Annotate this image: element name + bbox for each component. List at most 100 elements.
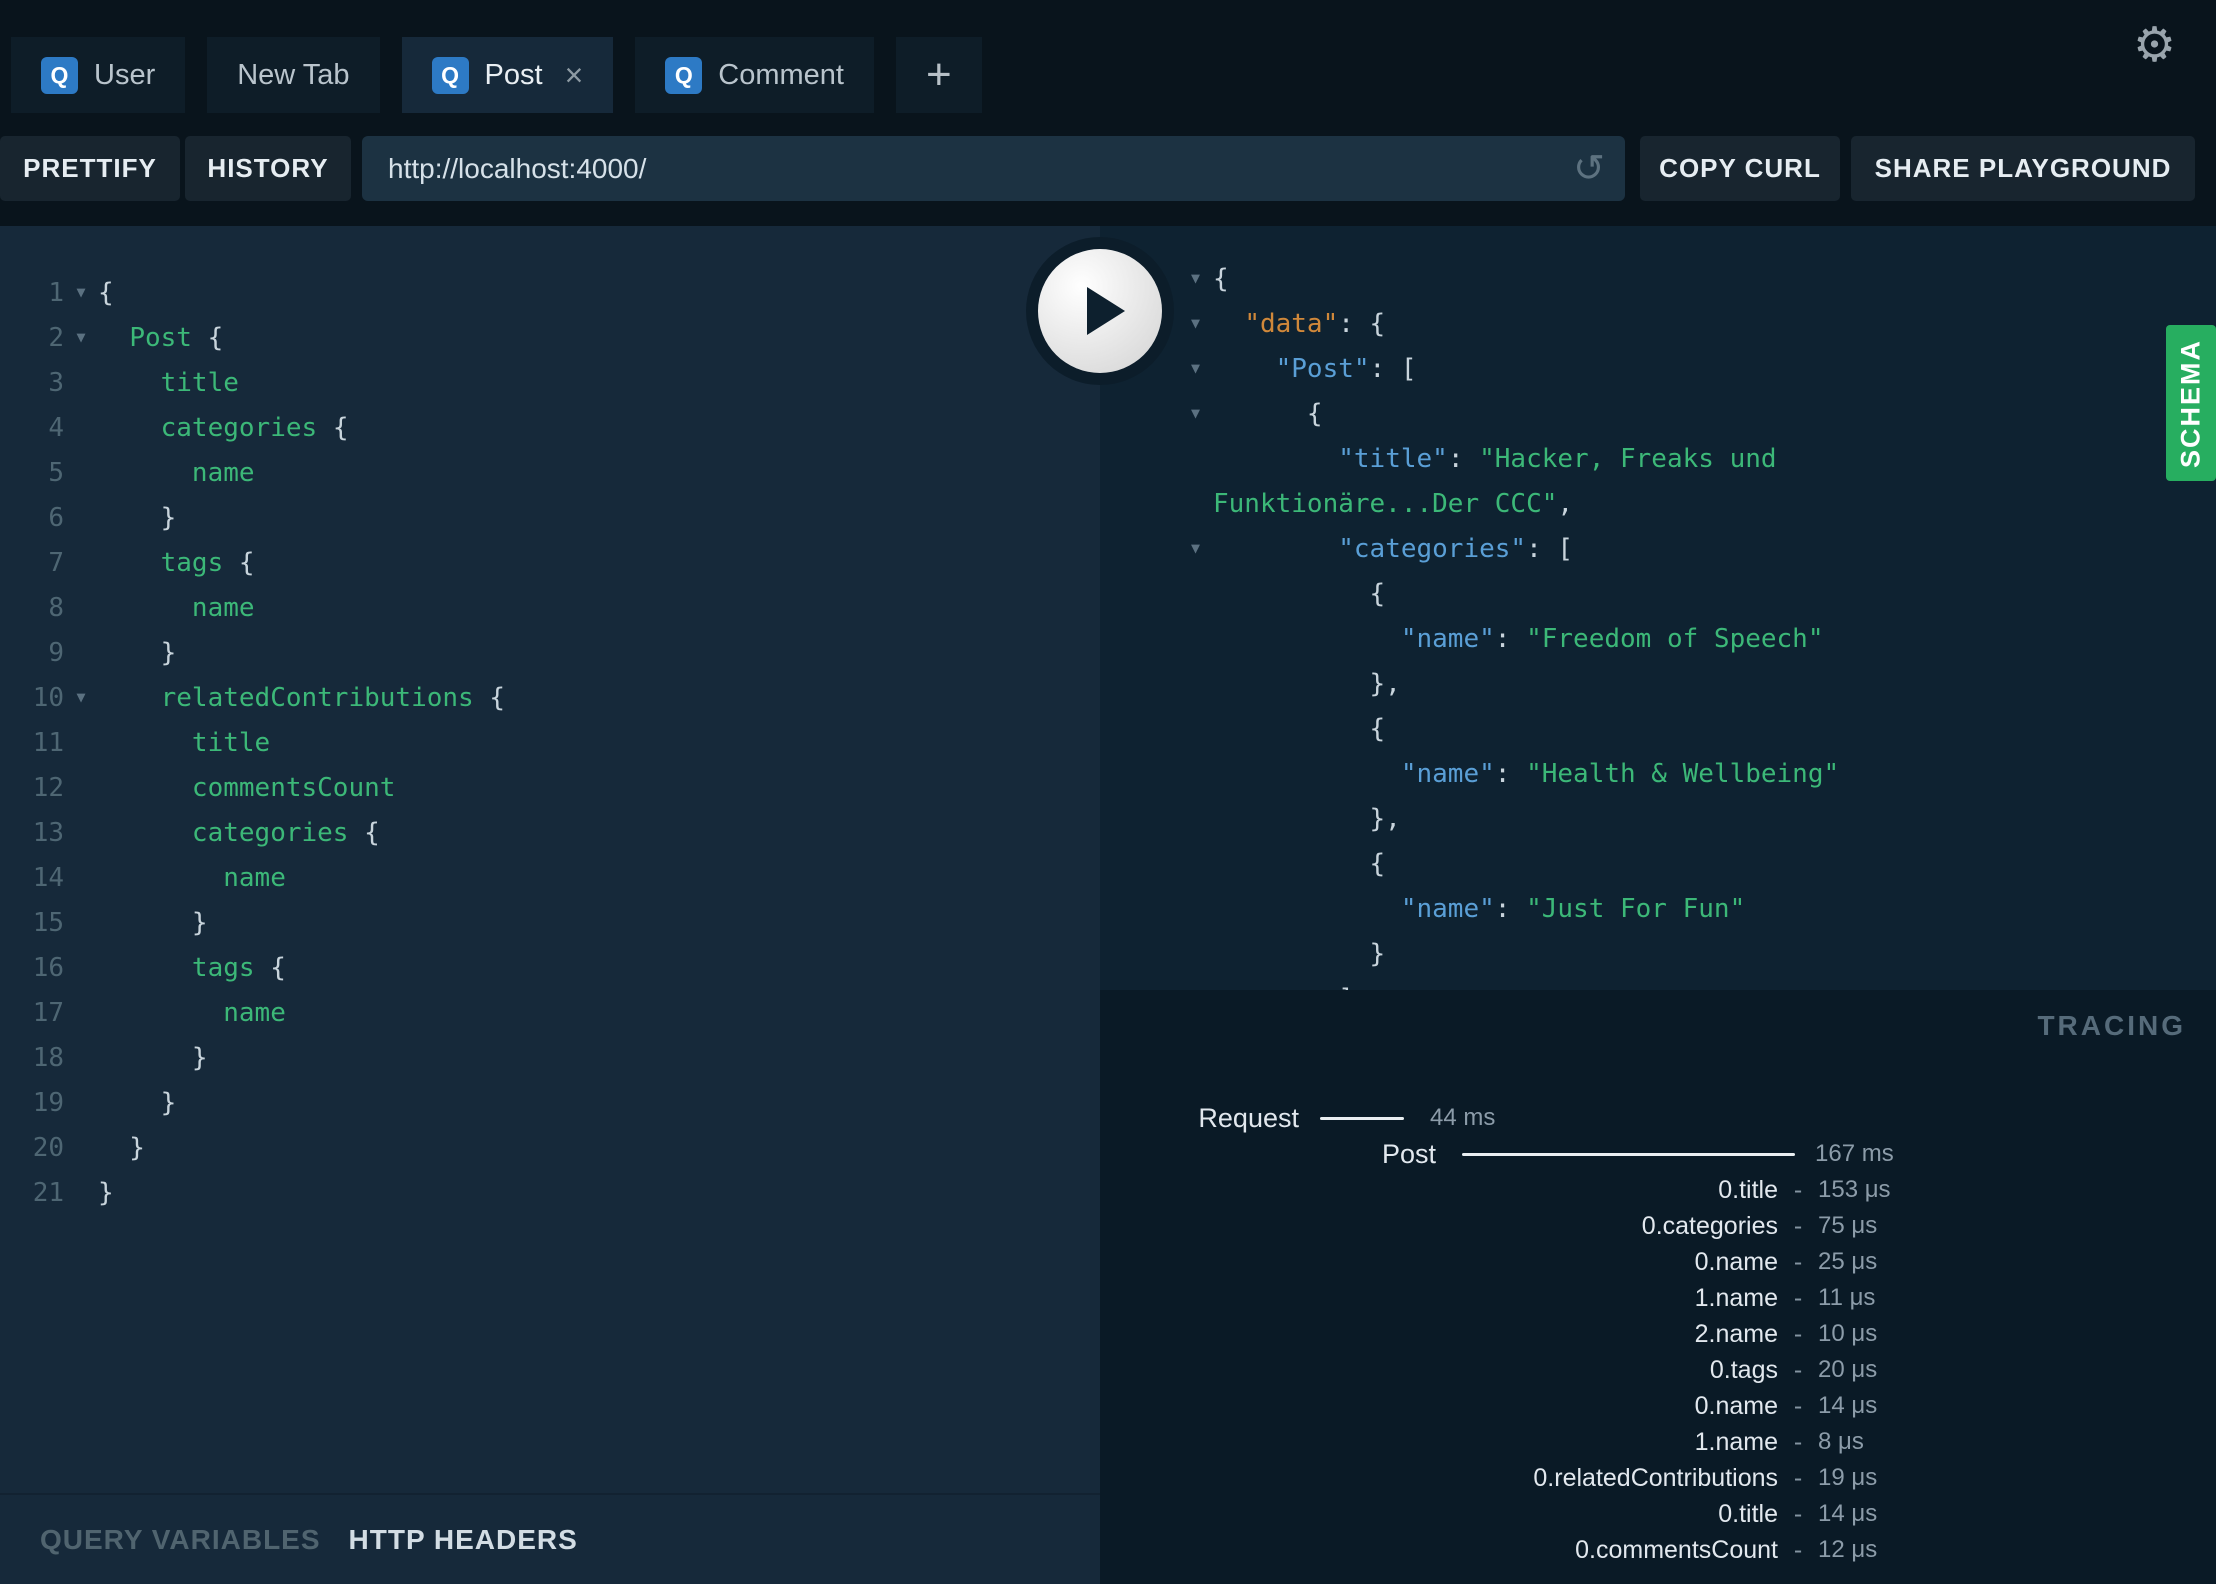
settings-gear-icon[interactable]: ⚙	[2133, 22, 2176, 70]
tab-comment[interactable]: Q Comment	[635, 37, 874, 113]
resolver-dash: -	[1793, 1535, 1803, 1564]
query-editor-pane: 1 ▼{2 ▼ Post {3 title 4 categories {5 name 6…	[0, 226, 1100, 1584]
response-line: {	[1100, 841, 2216, 886]
response-line: ▼{	[1100, 256, 2216, 301]
http-headers-tab[interactable]: HTTP HEADERS	[349, 1524, 578, 1556]
span-time: 44 ms	[1430, 1104, 1496, 1131]
response-line: {	[1100, 706, 2216, 751]
resolver-time: 14 μs	[1818, 1392, 1878, 1419]
resolver-dash: -	[1793, 1391, 1803, 1420]
tabs: Q User New Tab Q Post × Q Comment	[11, 37, 874, 113]
tab-post[interactable]: Q Post ×	[401, 37, 614, 113]
code-text: {	[98, 277, 114, 308]
tracing-resolver-row: 0.categories -75 μs	[1100, 1208, 2216, 1244]
query-editor[interactable]: 1 ▼{2 ▼ Post {3 title 4 categories {5 name 6…	[0, 270, 1100, 1215]
fold-arrow-icon[interactable]: ▼	[1178, 316, 1213, 331]
resolver-dash: -	[1793, 1499, 1803, 1528]
code-text: name	[191, 592, 255, 623]
schema-tab[interactable]: SCHEMA	[2166, 325, 2216, 481]
line-number: 1	[48, 277, 64, 308]
tracing-resolver-row: 2.name -10 μs	[1100, 1316, 2216, 1352]
resolver-label: 0.categories	[1641, 1211, 1778, 1240]
resolver-time: 11 μs	[1818, 1284, 1876, 1311]
response-line: ▼ "data": {	[1100, 301, 2216, 346]
fold-arrow-icon[interactable]: ▼	[64, 330, 98, 345]
code-text: name	[223, 997, 286, 1028]
tab-user[interactable]: Q User	[11, 37, 186, 113]
code-text: categories {	[191, 817, 380, 848]
fold-arrow-icon[interactable]: ▼	[64, 690, 98, 705]
toolbar: PRETTIFY HISTORY ↺ COPY CURL SHARE PLAYG…	[0, 136, 2216, 201]
response-line: },	[1100, 661, 2216, 706]
tracing-resolver-row: 0.commentsCount -12 μs	[1100, 1532, 2216, 1568]
line-number: 17	[32, 997, 64, 1028]
span-duration-bar	[1462, 1152, 1795, 1156]
code-text: "categories": [	[1338, 533, 1574, 564]
share-playground-button[interactable]: SHARE PLAYGROUND	[1851, 136, 2195, 201]
editor-line: 2 ▼ Post {	[0, 315, 1100, 360]
resolver-time: 25 μs	[1818, 1248, 1878, 1275]
fold-arrow-icon[interactable]: ▼	[1178, 271, 1213, 286]
response-line: "title": "Hacker, Freaks und	[1100, 436, 2216, 481]
editor-line: 12 commentsCount	[0, 765, 1100, 810]
resolver-label: 0.relatedContributions	[1533, 1463, 1778, 1492]
code-text: categories {	[160, 412, 349, 443]
code-text: tags {	[160, 547, 255, 578]
tab-bar: Q User New Tab Q Post × Q Comment +	[11, 37, 982, 113]
response-line: {	[1100, 571, 2216, 616]
new-tab-button[interactable]: +	[895, 37, 982, 113]
response-line: "name": "Health & Wellbeing"	[1100, 751, 2216, 796]
code-text: "name": "Freedom of Speech"	[1400, 623, 1824, 654]
resolver-time: 12 μs	[1818, 1536, 1878, 1563]
resolver-time: 19 μs	[1818, 1464, 1878, 1491]
tracing-resolver-row: 0.tags -20 μs	[1100, 1352, 2216, 1388]
code-text: {	[1213, 578, 1386, 609]
tab-label: Post	[484, 58, 543, 91]
editor-line: 5 name	[0, 450, 1100, 495]
line-number: 11	[32, 727, 64, 758]
tracing-resolver-row: 1.name -8 μs	[1100, 1424, 2216, 1460]
tracing-resolver-row: 0.title -14 μs	[1100, 1496, 2216, 1532]
endpoint-input[interactable]	[362, 136, 1625, 201]
code-text: },	[1213, 803, 1401, 834]
query-badge-icon: Q	[41, 56, 78, 94]
line-number: 8	[48, 592, 64, 623]
code-text: {	[1213, 848, 1386, 879]
line-number: 5	[48, 457, 64, 488]
response-line: "name": "Freedom of Speech"	[1100, 616, 2216, 661]
editor-line: 19 }	[0, 1080, 1100, 1125]
query-variables-tab[interactable]: QUERY VARIABLES	[40, 1524, 321, 1556]
tracing-resolver-row: 0.relatedContributions -19 μs	[1100, 1460, 2216, 1496]
span-duration-bar	[1320, 1116, 1404, 1120]
reload-icon[interactable]: ↺	[1573, 150, 1605, 188]
fold-arrow-icon[interactable]: ▼	[1178, 361, 1213, 376]
line-number: 19	[32, 1087, 64, 1118]
history-button[interactable]: HISTORY	[185, 136, 351, 201]
close-tab-icon[interactable]: ×	[565, 59, 584, 91]
code-text: }	[98, 502, 177, 533]
query-badge-icon: Q	[665, 56, 703, 94]
execute-button[interactable]	[1038, 249, 1162, 373]
response-line: "name": "Just For Fun"	[1100, 886, 2216, 931]
line-number: 14	[32, 862, 64, 893]
code-text: title	[160, 367, 239, 398]
fold-arrow-icon[interactable]: ▼	[1178, 541, 1213, 556]
prettify-button[interactable]: PRETTIFY	[0, 136, 180, 201]
line-number: 20	[32, 1132, 64, 1163]
resolver-time: 10 μs	[1818, 1320, 1878, 1347]
editor-line: 6 }	[0, 495, 1100, 540]
tracing-span-row: Request 44 ms	[1100, 1100, 2216, 1136]
endpoint-url-bar: ↺	[362, 136, 1625, 201]
fold-arrow-icon[interactable]: ▼	[64, 285, 98, 300]
code-text: "title": "Hacker, Freaks und	[1338, 443, 1777, 474]
fold-arrow-icon[interactable]: ▼	[1178, 406, 1213, 421]
resolver-dash: -	[1793, 1355, 1803, 1384]
resolver-dash: -	[1793, 1319, 1803, 1348]
code-text: Post {	[129, 322, 224, 353]
code-text: }	[98, 1132, 145, 1163]
line-number: 18	[32, 1042, 64, 1073]
copy-curl-button[interactable]: COPY CURL	[1640, 136, 1840, 201]
response-line: ▼ {	[1100, 391, 2216, 436]
tracing-resolver-row: 0.name -14 μs	[1100, 1388, 2216, 1424]
tab-new-tab[interactable]: New Tab	[207, 37, 380, 113]
